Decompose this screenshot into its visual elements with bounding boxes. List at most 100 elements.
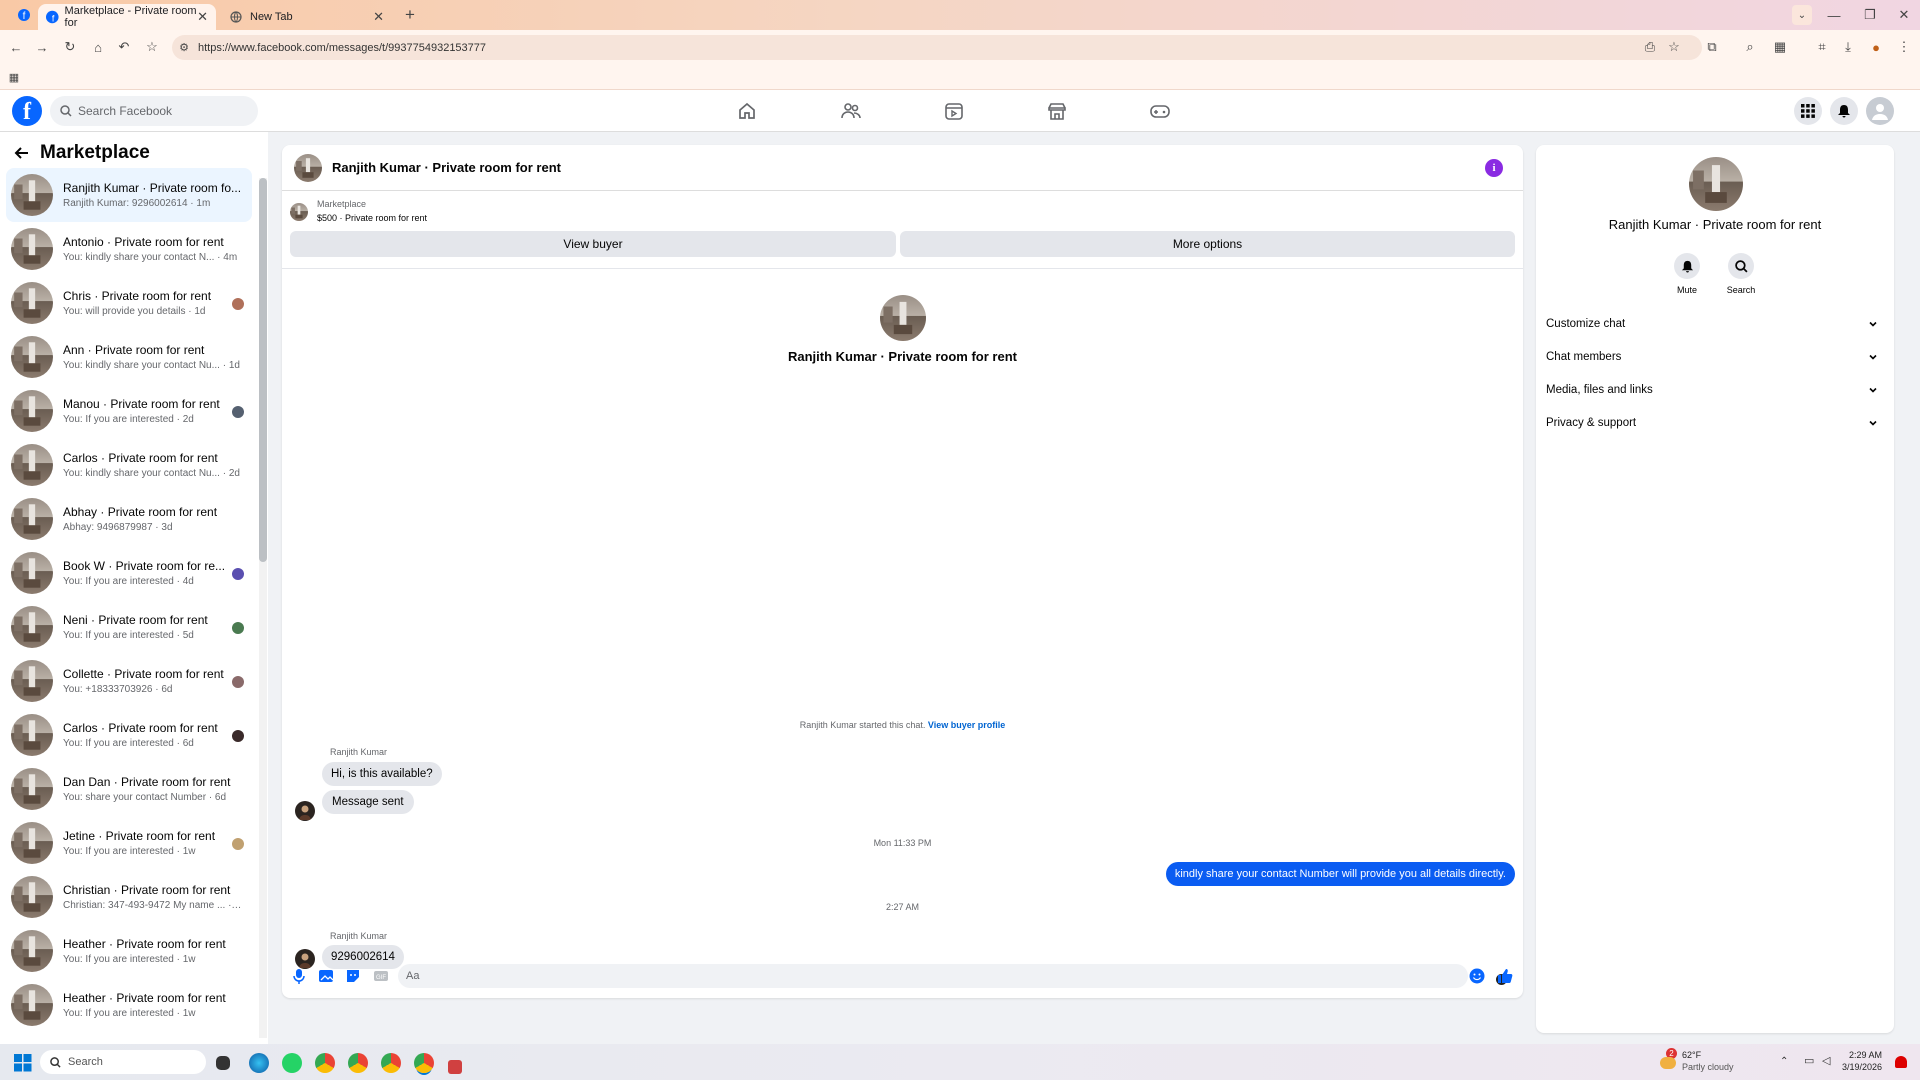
app-icon[interactable] (448, 1060, 462, 1074)
sender-avatar[interactable] (295, 801, 315, 821)
tray-chevron-icon[interactable]: ⌃ (1780, 1056, 1788, 1067)
close-window-icon[interactable]: ✕ (1894, 5, 1914, 25)
menu-grid-button[interactable] (1794, 97, 1822, 125)
sticker-icon[interactable] (344, 967, 362, 985)
taskbar-search[interactable]: Search (40, 1050, 206, 1074)
undo-icon[interactable]: ↶ (114, 37, 134, 57)
profile-icon[interactable]: ● (1866, 37, 1886, 57)
info-section-row[interactable]: Chat members (1546, 344, 1882, 370)
zoom-icon[interactable]: ⌕ (1740, 37, 1760, 57)
conversation-item[interactable]: Ann · Private room for rent You: kindly s… (6, 330, 252, 384)
notifications-button[interactable] (1830, 97, 1858, 125)
volume-icon[interactable]: ◁ (1822, 1054, 1830, 1067)
windows-start-icon[interactable] (14, 1054, 32, 1072)
task-view-icon[interactable] (216, 1056, 230, 1070)
conversation-item[interactable]: Heather · Private room for rent You: If y… (6, 978, 252, 1032)
clock[interactable]: 2:29 AM 3/19/2026 (1842, 1049, 1882, 1073)
message-input[interactable]: Aa (398, 964, 1468, 988)
conversation-item[interactable]: Neni · Private room for rent You: If you … (6, 600, 252, 654)
listing-thumbnail[interactable] (290, 203, 308, 221)
scrollbar-thumb[interactable] (259, 178, 267, 562)
crop-icon[interactable]: ⌗ (1812, 37, 1832, 57)
conversation-item[interactable]: Heather · Private room for rent You: If y… (6, 924, 252, 978)
conversation-item[interactable]: Book W · Private room for re... You: If y… (6, 546, 252, 600)
forward-icon[interactable]: → (32, 37, 52, 57)
weather-widget[interactable]: 2 62°F Partly cloudy (1660, 1048, 1734, 1073)
chrome-icon[interactable] (414, 1053, 434, 1073)
close-tab-icon[interactable]: ✕ (197, 9, 208, 25)
tab-new-tab[interactable]: New Tab ✕ (222, 4, 392, 30)
gif-icon[interactable]: GIF (372, 967, 390, 985)
tab-search-icon[interactable]: f (14, 5, 34, 25)
conversation-item[interactable]: Carlos · Private room for rent You: kindl… (6, 438, 252, 492)
menu-dots-icon[interactable]: ⋮ (1894, 37, 1914, 57)
network-icon[interactable]: ▭ (1804, 1054, 1814, 1067)
info-section-row[interactable]: Privacy & support (1546, 410, 1882, 436)
download-icon[interactable]: ⤓ (1838, 37, 1858, 57)
home-nav-icon[interactable] (736, 100, 758, 122)
chrome-icon[interactable] (315, 1053, 335, 1073)
info-section-row[interactable]: Media, files and links (1546, 377, 1882, 403)
profile-avatar[interactable] (879, 295, 926, 341)
emoji-icon[interactable] (1468, 967, 1486, 985)
bookmark-star-icon[interactable]: ☆ (142, 37, 162, 57)
close-tab-icon[interactable]: ✕ (373, 9, 384, 25)
apps-grid-icon[interactable]: ▦ (4, 67, 24, 87)
home-icon[interactable]: ⌂ (88, 37, 108, 57)
view-buyer-profile-link[interactable]: View buyer profile (928, 720, 1005, 730)
conversation-item[interactable]: Jetine · Private room for rent You: If yo… (6, 816, 252, 870)
tab-search-dropdown-icon[interactable]: ⌄ (1792, 5, 1812, 25)
chrome-icon[interactable] (381, 1053, 401, 1073)
edge-icon[interactable] (249, 1053, 269, 1073)
info-avatar[interactable] (1689, 157, 1743, 211)
info-section-row[interactable]: Customize chat (1546, 311, 1882, 337)
gaming-nav-icon[interactable] (1149, 100, 1171, 122)
tab-marketplace[interactable]: f Marketplace - Private room for ✕ (38, 4, 216, 30)
view-buyer-button[interactable]: View buyer (290, 231, 896, 257)
like-thumb-icon[interactable] (1496, 967, 1514, 985)
message-bubble[interactable]: Hi, is this available? (322, 762, 442, 786)
conversation-item[interactable]: Ranjith Kumar · Private room fo... Ranjit… (6, 168, 252, 222)
install-app-icon[interactable]: ⎙ (1640, 37, 1660, 57)
photo-icon[interactable] (317, 967, 335, 985)
notification-bell-icon[interactable] (1895, 1056, 1907, 1068)
conversation-item[interactable]: Carlos · Private room for rent You: If yo… (6, 708, 252, 762)
marketplace-nav-icon[interactable] (1046, 100, 1068, 122)
video-nav-icon[interactable] (943, 100, 965, 122)
restore-icon[interactable]: ❐ (1860, 5, 1880, 25)
message-bubble[interactable]: Message sent (322, 790, 414, 814)
microphone-icon[interactable] (290, 967, 308, 985)
conversation-item[interactable]: Christian · Private room for rent Christi… (6, 870, 252, 924)
outgoing-message-bubble[interactable]: kindly share your contact Number will pr… (1165, 862, 1515, 886)
star-icon[interactable]: ☆ (1664, 37, 1684, 57)
facebook-logo-icon[interactable]: f (12, 96, 42, 126)
info-icon[interactable]: i (1485, 159, 1503, 177)
whatsapp-icon[interactable] (282, 1053, 302, 1073)
qr-icon[interactable]: ▦ (1770, 37, 1790, 57)
more-options-button[interactable]: More options (900, 231, 1515, 257)
minimize-icon[interactable]: — (1824, 5, 1844, 25)
search-facebook-input[interactable]: Search Facebook (50, 96, 258, 126)
chat-avatar[interactable] (294, 153, 322, 182)
conversation-item[interactable]: Abhay · Private room for rent Abhay: 9496… (6, 492, 252, 546)
conversation-item[interactable]: Collette · Private room for rent You: +18… (6, 654, 252, 708)
search-in-chat-button[interactable]: Search (1711, 253, 1771, 295)
conversation-item[interactable]: Antonio · Private room for rent You: kind… (6, 222, 252, 276)
extensions-icon[interactable]: ⧉ (1702, 37, 1722, 57)
back-arrow-icon[interactable] (14, 145, 30, 161)
site-settings-icon[interactable]: ⚙ (174, 37, 194, 57)
listing-price[interactable]: $500 · Private room for rent (317, 213, 427, 223)
sidebar-scrollbar[interactable] (259, 178, 267, 1038)
conversation-item[interactable]: Dan Dan · Private room for rent You: shar… (6, 762, 252, 816)
address-bar[interactable]: https://www.facebook.com/messages/t/9937… (172, 35, 1702, 60)
back-icon[interactable]: ← (6, 37, 26, 57)
conversation-item[interactable]: Manou · Private room for rent You: If you… (6, 384, 252, 438)
conversation-item[interactable]: Chris · Private room for rent You: will p… (6, 276, 252, 330)
chat-title[interactable]: Ranjith Kumar · Private room for rent (332, 160, 561, 175)
friends-nav-icon[interactable] (840, 100, 862, 122)
chrome-icon[interactable] (348, 1053, 368, 1073)
reload-icon[interactable]: ↻ (60, 37, 80, 57)
new-tab-plus-icon[interactable]: + (400, 5, 420, 25)
mute-button[interactable]: Mute (1657, 253, 1717, 295)
account-avatar[interactable] (1866, 97, 1894, 125)
